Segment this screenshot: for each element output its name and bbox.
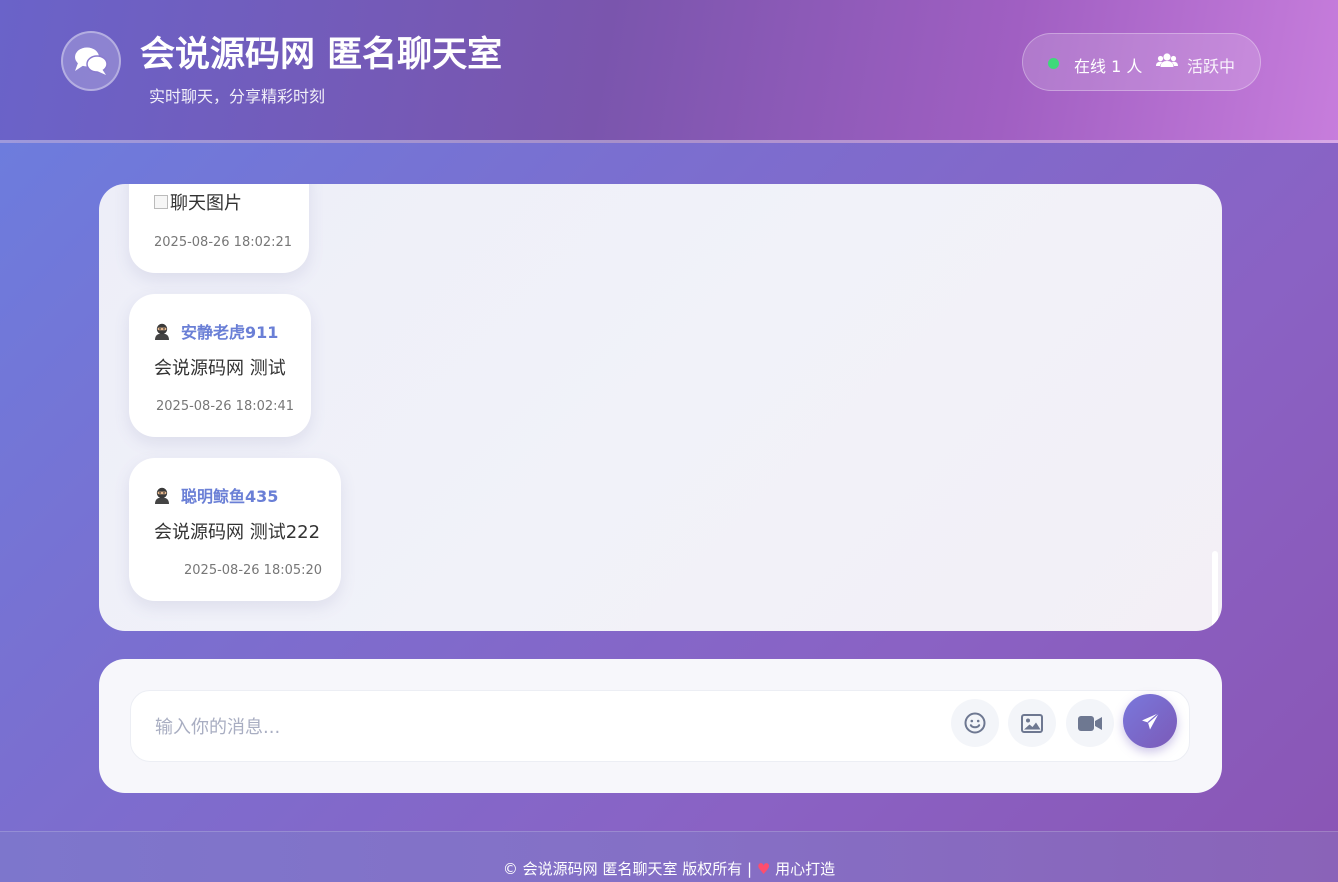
message-time: 2025-08-26 18:02:41: [156, 399, 295, 414]
footer-text: © 会说源码网 匿名聊天室 版权所有 | ♥ 用心打造: [0, 858, 1338, 879]
online-count: 在线 1 人: [1074, 57, 1143, 76]
online-dot-icon: [1048, 58, 1059, 69]
message-text: 会说源码网 测试: [154, 358, 286, 379]
composer: [130, 690, 1190, 762]
online-status: 在线 1 人 活跃中: [1022, 33, 1261, 91]
chat-scrollbar[interactable]: [1212, 551, 1218, 629]
message-author: 安静老虎911: [154, 319, 278, 343]
message-time: 2025-08-26 18:05:20: [184, 563, 323, 578]
broken-image-icon: [154, 195, 168, 209]
users-icon: [1156, 52, 1178, 74]
chat-messages-panel[interactable]: 聊天图片 2025-08-26 18:02:21 安静老虎911 会说源码网 测…: [99, 184, 1222, 631]
composer-panel: [99, 659, 1222, 793]
active-status: 活跃中: [1187, 57, 1236, 76]
page-title: 会说源码网 匿名聊天室: [140, 35, 503, 75]
message-username[interactable]: 聪明鲸鱼435: [181, 483, 278, 507]
ninja-avatar-icon: [155, 487, 169, 504]
header: 会说源码网 匿名聊天室 实时聊天，分享精彩时刻 在线 1 人 活跃中: [0, 0, 1338, 143]
ninja-avatar-icon: [155, 323, 169, 340]
footer: © 会说源码网 匿名聊天室 版权所有 | ♥ 用心打造: [0, 831, 1338, 882]
smile-icon: [964, 712, 986, 734]
image-upload-button[interactable]: [1008, 699, 1056, 747]
message-input[interactable]: [155, 713, 935, 741]
message-bubble: 安静老虎911 会说源码网 测试 2025-08-26 18:02:41: [129, 294, 311, 437]
message-text: 会说源码网 测试222: [154, 522, 321, 543]
send-button[interactable]: [1123, 694, 1177, 748]
heart-icon: ♥: [756, 860, 771, 878]
page-subtitle: 实时聊天，分享精彩时刻: [149, 87, 326, 106]
video-upload-button[interactable]: [1066, 699, 1114, 747]
footer-tagline: 用心打造: [775, 860, 836, 878]
emoji-button[interactable]: [951, 699, 999, 747]
chat-image[interactable]: 聊天图片: [154, 189, 242, 215]
message-time: 2025-08-26 18:02:21: [154, 235, 293, 250]
paper-plane-icon: [1141, 712, 1159, 729]
message-bubble: 聊天图片 2025-08-26 18:02:21: [129, 184, 309, 273]
copyright-text: © 会说源码网 匿名聊天室 版权所有 |: [502, 860, 753, 878]
video-camera-icon: [1077, 715, 1102, 731]
logo: [61, 31, 121, 91]
chat-bubbles-icon: [75, 47, 108, 75]
image-icon: [1021, 713, 1043, 733]
chat-image-alt: 聊天图片: [170, 193, 242, 214]
message-username[interactable]: 安静老虎911: [181, 319, 278, 343]
message-author: 聪明鲸鱼435: [154, 483, 278, 507]
message-bubble: 聪明鲸鱼435 会说源码网 测试222 2025-08-26 18:05:20: [129, 458, 341, 601]
